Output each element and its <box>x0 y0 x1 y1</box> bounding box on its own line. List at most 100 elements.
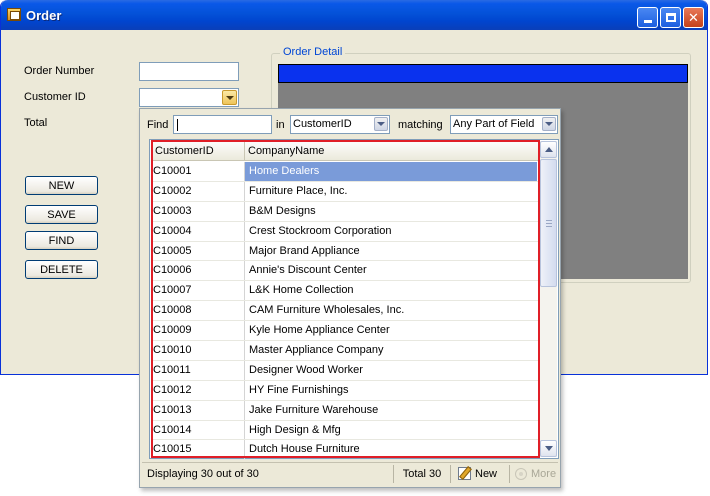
find-bar: Find in CustomerID matching Any Part of … <box>140 109 560 139</box>
table-row[interactable]: C10005 Major Brand Appliance <box>152 241 539 262</box>
close-icon: ✕ <box>688 9 699 25</box>
customer-id-cell: C10001 <box>153 165 192 177</box>
close-button[interactable]: ✕ <box>683 7 704 28</box>
scroll-up-button[interactable] <box>540 141 557 158</box>
customer-id-cell: C10014 <box>153 423 192 436</box>
column-header-companyname[interactable]: CompanyName <box>245 142 539 160</box>
popup-status-bar: Displaying 30 out of 30 Total 30 New Mor… <box>142 462 558 484</box>
find-input[interactable] <box>173 115 272 134</box>
table-row[interactable]: C10003 B&M Designs <box>152 201 539 222</box>
window-title: Order <box>26 8 62 23</box>
more-button[interactable]: More <box>510 467 558 480</box>
customer-id-cell: C10009 <box>153 324 192 337</box>
chevron-down-icon <box>545 122 553 126</box>
table-row[interactable]: C10004 Crest Stockroom Corporation <box>152 221 539 242</box>
grid-body: C10001 Home Dealers C10002 Furniture Place,… <box>152 162 539 461</box>
customer-id-cell: C10002 <box>153 184 192 197</box>
table-row[interactable]: C10013 Jake Furniture Warehouse <box>152 400 539 421</box>
total-label: Total <box>24 117 48 129</box>
company-name-cell: Annie's Discount Center <box>244 261 537 281</box>
order-number-input[interactable] <box>139 62 239 81</box>
company-name-cell: Crest Stockroom Corporation <box>244 221 537 241</box>
search-field-dropdown-button[interactable] <box>374 117 388 131</box>
order-number-label: Order Number <box>24 65 95 77</box>
customer-id-cell: C10010 <box>153 344 192 357</box>
grip-icon <box>546 220 552 227</box>
chevron-down-icon <box>377 122 385 126</box>
company-name-cell: Major Brand Appliance <box>244 241 537 261</box>
table-row[interactable]: C10011 Designer Wood Worker <box>152 360 539 381</box>
customer-id-label: Customer ID <box>24 91 86 103</box>
company-name-cell: Master Appliance Company <box>244 341 537 360</box>
match-mode-dropdown-button[interactable] <box>542 117 556 131</box>
table-row[interactable]: C10002 Furniture Place, Inc. <box>152 181 539 202</box>
table-row[interactable]: C10008 CAM Furniture Wholesales, Inc. <box>152 301 539 322</box>
customer-id-combo[interactable] <box>139 88 239 107</box>
customer-id-cell: C10007 <box>153 284 192 297</box>
arrow-up-icon <box>544 147 553 152</box>
order-detail-legend: Order Detail <box>280 46 346 58</box>
company-name-cell: B&M Designs <box>244 201 537 221</box>
new-record-button[interactable]: New <box>451 467 509 480</box>
matching-label: matching <box>398 119 443 131</box>
company-name-cell: Kyle Home Appliance Center <box>244 321 537 341</box>
company-name-cell: Furniture Place, Inc. <box>244 181 537 201</box>
company-name-cell: High Design & Mfg <box>244 420 537 440</box>
search-field-select[interactable]: CustomerID <box>290 115 390 134</box>
customer-id-cell: C10006 <box>153 264 192 277</box>
company-name-cell: CAM Furniture Wholesales, Inc. <box>244 301 537 321</box>
minimize-button[interactable] <box>637 7 658 28</box>
customer-lookup-popup: Find in CustomerID matching Any Part of … <box>139 108 561 488</box>
arrow-down-icon <box>544 446 553 451</box>
customer-id-cell: C10013 <box>153 403 192 416</box>
save-button[interactable]: SAVE <box>25 205 98 224</box>
table-row[interactable]: C10001 Home Dealers <box>152 162 539 182</box>
company-name-cell: Dutch House Furniture <box>244 440 537 460</box>
match-mode-select[interactable]: Any Part of Field <box>450 115 558 134</box>
find-button[interactable]: FIND <box>25 231 98 250</box>
total-count: Total 30 <box>402 467 442 480</box>
text-caret <box>177 119 178 131</box>
chevron-down-icon <box>225 95 234 100</box>
company-name-cell: Home Dealers <box>244 162 537 181</box>
title-bar[interactable]: Order ✕ <box>1 0 707 30</box>
scroll-down-button[interactable] <box>540 440 557 457</box>
in-label: in <box>276 119 285 131</box>
delete-button[interactable]: DELETE <box>25 260 98 279</box>
table-row[interactable]: C10009 Kyle Home Appliance Center <box>152 321 539 342</box>
table-row[interactable]: C10012 HY Fine Furnishings <box>152 380 539 401</box>
app-icon <box>7 8 21 21</box>
customer-id-dropdown-button[interactable] <box>222 90 237 105</box>
company-name-cell: Designer Wood Worker <box>244 360 537 380</box>
company-name-cell: Jake Furniture Warehouse <box>244 400 537 420</box>
customer-id-cell: C10008 <box>153 304 192 317</box>
table-row[interactable]: C10014 High Design & Mfg <box>152 420 539 441</box>
table-row[interactable]: C10015 Dutch House Furniture <box>152 440 539 461</box>
customer-id-cell: C10004 <box>153 224 192 237</box>
status-text: Displaying 30 out of 30 <box>147 467 259 480</box>
new-record-label: New <box>475 467 498 480</box>
customer-grid[interactable]: CustomerID CompanyName C10001 Home Dealer… <box>149 139 559 461</box>
scroll-thumb[interactable] <box>540 159 557 287</box>
more-label: More <box>531 467 557 480</box>
customer-id-cell: C10011 <box>153 363 191 376</box>
table-row[interactable]: C10006 Annie's Discount Center <box>152 261 539 282</box>
company-name-cell: HY Fine Furnishings <box>244 380 537 400</box>
grid-scrollbar[interactable] <box>540 141 557 457</box>
customer-id-cell: C10015 <box>153 443 192 456</box>
customer-id-cell: C10003 <box>153 204 192 217</box>
new-button[interactable]: NEW <box>25 176 98 195</box>
table-row[interactable]: C10007 L&K Home Collection <box>152 281 539 302</box>
maximize-icon <box>665 13 676 22</box>
maximize-button[interactable] <box>660 7 681 28</box>
find-label: Find <box>147 119 169 131</box>
grid-header: CustomerID CompanyName <box>152 142 539 161</box>
more-icon <box>515 467 527 480</box>
table-row[interactable]: C10010 Master Appliance Company <box>152 341 539 361</box>
company-name-cell: L&K Home Collection <box>244 281 537 301</box>
column-header-customerid[interactable]: CustomerID <box>152 142 245 160</box>
customer-id-cell: C10012 <box>153 383 192 396</box>
customer-id-cell: C10005 <box>153 244 192 257</box>
edit-icon <box>458 467 471 480</box>
minimize-icon <box>643 20 652 23</box>
